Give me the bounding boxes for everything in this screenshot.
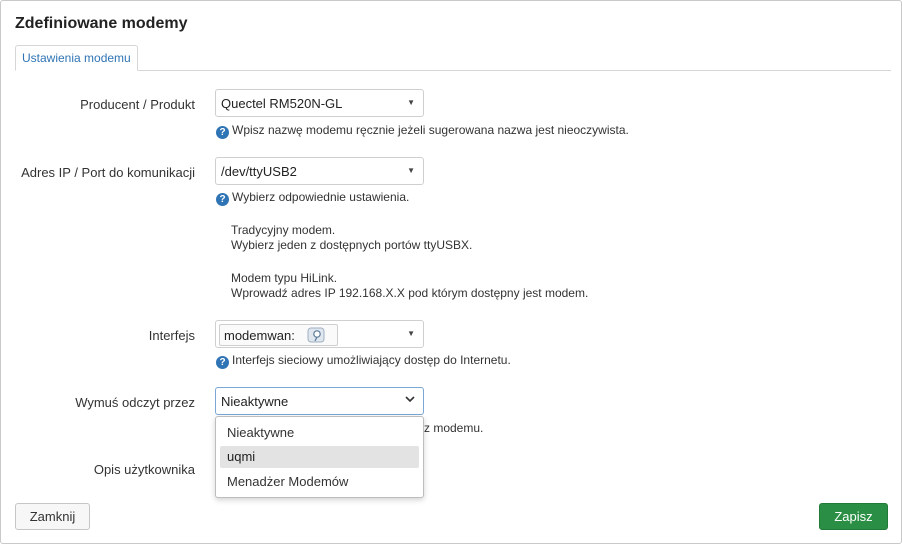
help-icon: ? xyxy=(216,193,229,206)
force-read-help-visible: z modemu. xyxy=(424,421,484,435)
port-label: Adres IP / Port do komunikacji xyxy=(21,165,195,180)
manufacturer-select[interactable]: Quectel RM520N-GL ▼ xyxy=(215,89,424,117)
close-button[interactable]: Zamknij xyxy=(15,503,90,530)
tab-modem-settings[interactable]: Ustawienia modemu xyxy=(15,45,138,71)
help-icon: ? xyxy=(216,126,229,139)
option-inactive[interactable]: Nieaktywne xyxy=(220,422,419,444)
port-value: /dev/ttyUSB2 xyxy=(221,164,297,179)
option-uqmi[interactable]: uqmi xyxy=(220,446,419,468)
help-icon: ? xyxy=(216,356,229,369)
tab-bar: Ustawienia modemu xyxy=(15,45,891,71)
manufacturer-label: Producent / Produkt xyxy=(80,97,195,112)
chevron-down-icon xyxy=(405,396,415,403)
interface-select[interactable]: modemwan: ▼ xyxy=(215,320,424,348)
force-read-select[interactable]: Nieaktywne xyxy=(215,387,424,415)
desc-line: Tradycyjny modem. xyxy=(231,223,336,237)
desc-line: Wprowadź adres IP 192.168.X.X pod którym… xyxy=(231,286,589,300)
dropdown-arrow-icon: ▼ xyxy=(407,98,415,107)
dialog-title: Zdefiniowane modemy xyxy=(15,15,188,32)
option-modem-manager[interactable]: Menadżer Modemów xyxy=(220,471,419,493)
force-read-dropdown: Nieaktywne uqmi Menadżer Modemów xyxy=(215,416,424,498)
port-desc-hilink: Modem typu HiLink. Wprowadź adres IP 192… xyxy=(231,271,588,301)
force-read-label: Wymuś odczyt przez xyxy=(75,395,195,410)
interface-label: Interfejs xyxy=(148,328,195,343)
desc-line: Modem typu HiLink. xyxy=(231,271,338,285)
dropdown-arrow-icon: ▼ xyxy=(407,329,415,338)
interface-chip: modemwan: xyxy=(219,324,338,346)
port-help: ? Wybierz odpowiednie ustawienia. xyxy=(216,190,409,206)
desc-line: Wybierz jeden z dostępnych portów ttyUSB… xyxy=(231,238,473,252)
port-select[interactable]: /dev/ttyUSB2 ▼ xyxy=(215,157,424,185)
dropdown-arrow-icon: ▼ xyxy=(407,166,415,175)
port-help-text: Wybierz odpowiednie ustawienia. xyxy=(232,190,410,204)
manufacturer-help-text: Wpisz nazwę modemu ręcznie jeżeli sugero… xyxy=(232,123,629,137)
user-desc-label: Opis użytkownika xyxy=(93,462,195,477)
manufacturer-value: Quectel RM520N-GL xyxy=(221,96,343,111)
interface-help-text: Interfejs sieciowy umożliwiający dostęp … xyxy=(232,353,511,367)
interface-help: ? Interfejs sieciowy umożliwiający dostęp… xyxy=(216,353,511,369)
interface-chip-text: modemwan: xyxy=(224,328,295,343)
network-icon xyxy=(307,327,325,343)
port-desc-traditional: Tradycyjny modem. Wybierz jeden z dostęp… xyxy=(231,223,472,253)
force-read-value: Nieaktywne xyxy=(221,394,289,409)
manufacturer-help: ? Wpisz nazwę modemu ręcznie jeżeli suger… xyxy=(216,123,629,139)
save-button[interactable]: Zapisz xyxy=(819,503,888,530)
modem-dialog: Zdefiniowane modemy Ustawienia modemu Pr… xyxy=(0,0,902,544)
